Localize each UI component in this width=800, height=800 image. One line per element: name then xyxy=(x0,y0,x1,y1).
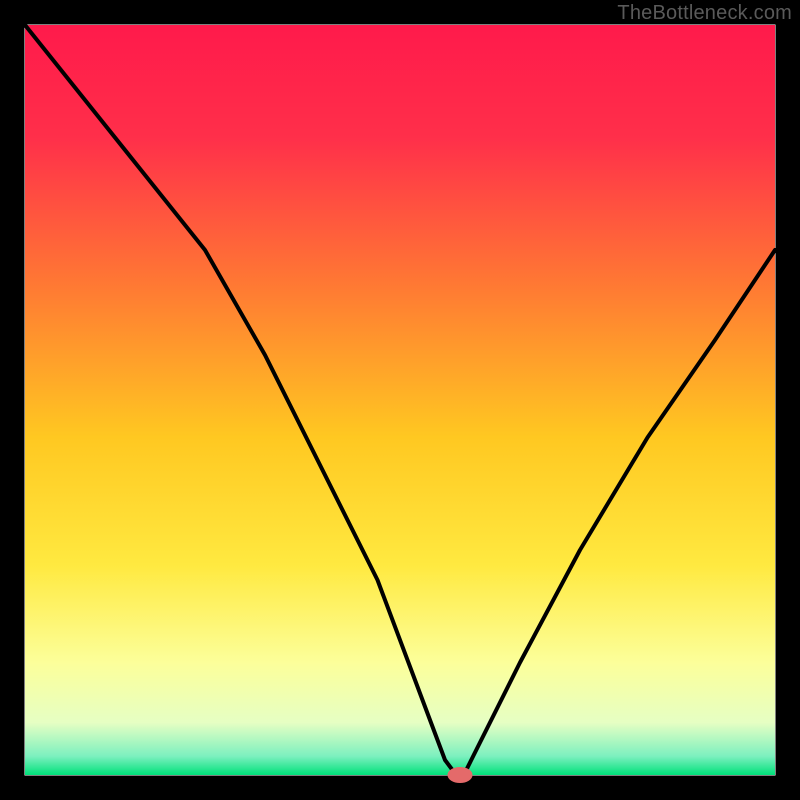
attribution-label: TheBottleneck.com xyxy=(617,2,792,25)
optimal-marker xyxy=(448,768,472,783)
chart-container: TheBottleneck.com xyxy=(0,0,800,800)
plot-area xyxy=(12,12,788,788)
chart-background xyxy=(25,25,775,775)
bottleneck-chart xyxy=(0,0,800,800)
